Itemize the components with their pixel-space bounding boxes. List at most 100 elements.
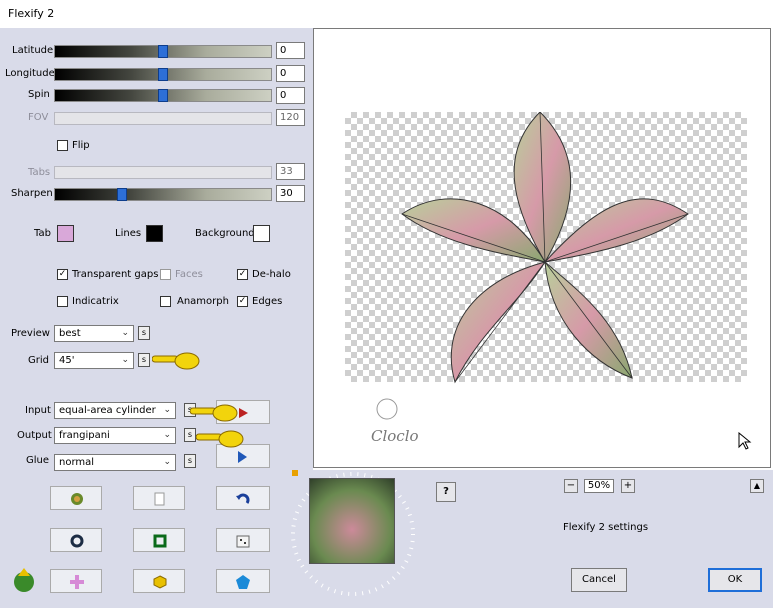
cursor-icon: [738, 432, 752, 450]
flip-checkbox[interactable]: [57, 140, 68, 151]
help-button[interactable]: ?: [436, 482, 456, 502]
tool-button-4[interactable]: [50, 528, 102, 552]
tab-color-swatch[interactable]: [57, 225, 74, 242]
tool-button-7[interactable]: [50, 569, 102, 593]
anamorph-checkbox[interactable]: [160, 296, 171, 307]
chevron-down-icon: ⌄: [121, 328, 129, 338]
grid-select-value: 45': [59, 355, 75, 366]
preview-label: Preview: [11, 328, 50, 339]
tab-color-label: Tab: [34, 228, 51, 239]
latitude-slider[interactable]: [54, 45, 272, 58]
preview-select-value: best: [59, 328, 81, 339]
input-select[interactable]: equal-area cylinder ⌄: [54, 402, 176, 419]
tool-button-8[interactable]: [133, 569, 185, 593]
sphere-thumbnail[interactable]: [309, 478, 395, 564]
longitude-field[interactable]: 0: [276, 65, 305, 82]
latitude-field[interactable]: 0: [276, 42, 305, 59]
latitude-label: Latitude: [12, 45, 54, 56]
flower-preview: [401, 112, 689, 384]
grid-s-button[interactable]: s: [138, 353, 150, 367]
flexify-logo-icon: [14, 568, 34, 592]
window-title: Flexify 2: [8, 7, 55, 20]
chevron-down-icon: ⌄: [121, 355, 129, 365]
pointing-hand-icon: [152, 352, 200, 370]
indicatrix-checkbox[interactable]: [57, 296, 68, 307]
glue-s-button[interactable]: s: [184, 454, 196, 468]
faces-label: Faces: [175, 269, 203, 280]
cancel-button[interactable]: Cancel: [571, 568, 627, 592]
dice-icon: [236, 535, 250, 548]
transparent-gaps-checkbox[interactable]: ✓: [57, 269, 68, 280]
longitude-label: Longitude: [5, 68, 55, 79]
indicatrix-label: Indicatrix: [72, 296, 119, 307]
output-select-value: frangipani: [59, 430, 110, 441]
tool-button-6[interactable]: [216, 528, 270, 552]
grid-label: Grid: [28, 355, 49, 366]
watermark-text: Cloclo: [371, 427, 419, 445]
zoom-in-button[interactable]: +: [621, 479, 635, 493]
glue-label: Glue: [26, 455, 50, 466]
sharpen-slider[interactable]: [54, 188, 272, 201]
pointing-hand-icon: [190, 404, 238, 422]
input-label: Input: [25, 405, 51, 416]
sharpen-thumb[interactable]: [117, 188, 127, 201]
input-select-value: equal-area cylinder: [59, 405, 156, 416]
faces-checkbox: [160, 269, 171, 280]
longitude-slider[interactable]: [54, 68, 272, 81]
preview-s-button[interactable]: s: [138, 326, 150, 340]
tabs-slider: [54, 166, 272, 179]
preview-select[interactable]: best ⌄: [54, 325, 134, 342]
spin-label: Spin: [28, 89, 50, 100]
longitude-thumb[interactable]: [158, 68, 168, 81]
zoom-out-button[interactable]: −: [564, 479, 578, 493]
latitude-thumb[interactable]: [158, 45, 168, 58]
fov-slider: [54, 112, 272, 125]
dehalo-checkbox[interactable]: ✓: [237, 269, 248, 280]
glue-select[interactable]: normal ⌄: [54, 454, 176, 471]
background-color-swatch[interactable]: [253, 225, 270, 242]
globe-icon: [71, 493, 83, 505]
sharpen-label: Sharpen: [11, 188, 53, 199]
spin-field[interactable]: 0: [276, 87, 305, 104]
tool-button-2[interactable]: [133, 486, 185, 510]
tool-button-9[interactable]: [216, 569, 270, 593]
lines-color-swatch[interactable]: [146, 225, 163, 242]
undo-icon: [236, 493, 250, 504]
output-label: Output: [17, 430, 52, 441]
flip-label: Flip: [72, 140, 90, 151]
watermark: Cloclo: [343, 395, 433, 450]
ring-icon: [70, 534, 84, 548]
fov-label: FOV: [28, 112, 49, 123]
spin-thumb[interactable]: [158, 89, 168, 102]
spin-slider[interactable]: [54, 89, 272, 102]
grid-select[interactable]: 45' ⌄: [54, 352, 134, 369]
background-color-label: Background: [195, 228, 255, 239]
ok-button[interactable]: OK: [708, 568, 762, 592]
chevron-down-icon: ⌄: [163, 457, 171, 467]
output-s-button[interactable]: s: [184, 428, 196, 442]
anamorph-label: Anamorph: [177, 296, 229, 307]
dehalo-label: De-halo: [252, 269, 291, 280]
tool-button-3[interactable]: [216, 486, 270, 510]
settings-label: Flexify 2 settings: [563, 522, 649, 533]
tool-button-1[interactable]: [50, 486, 102, 510]
edges-checkbox[interactable]: ✓: [237, 296, 248, 307]
sharpen-field[interactable]: 30: [276, 185, 305, 202]
collapse-button[interactable]: ▲: [750, 479, 764, 493]
cube-icon: [153, 575, 167, 589]
pointing-hand-icon: [196, 430, 244, 448]
tool-button-5[interactable]: [133, 528, 185, 552]
tabs-label: Tabs: [28, 167, 51, 178]
tabs-field: 33: [276, 163, 305, 180]
fov-field: 120: [276, 109, 305, 126]
lines-color-label: Lines: [115, 228, 142, 239]
chevron-down-icon: ⌄: [163, 405, 171, 415]
output-select[interactable]: frangipani ⌄: [54, 427, 176, 444]
copy-icon: [154, 492, 165, 506]
square-icon: [153, 534, 167, 548]
watermark-flower-icon: [376, 398, 398, 420]
chevron-down-icon: ⌄: [163, 430, 171, 440]
title-bar: Flexify 2: [0, 0, 773, 28]
edges-label: Edges: [252, 296, 283, 307]
glue-select-value: normal: [59, 457, 95, 468]
